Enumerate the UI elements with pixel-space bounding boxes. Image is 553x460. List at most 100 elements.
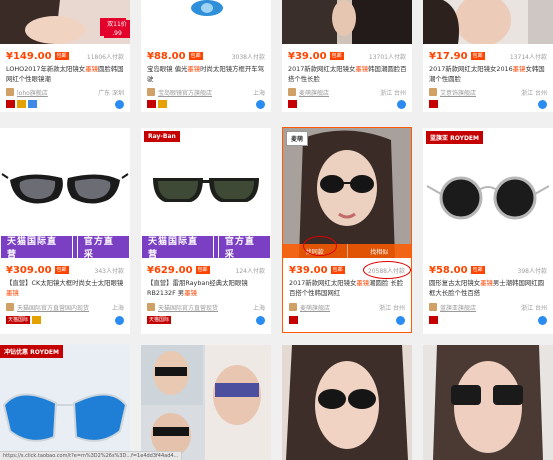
product-photo: [423, 345, 553, 460]
shop-link[interactable]: loho旗舰店: [17, 88, 48, 97]
shop-link[interactable]: 宝岛眼镜官方旗舰店: [158, 88, 212, 97]
tmall-global-icon: 天猫国际: [6, 316, 31, 324]
shop-icon: [6, 88, 14, 96]
product-image[interactable]: Ray-Ban 天猫国际直营 官方直采: [141, 128, 271, 258]
product-image[interactable]: [423, 345, 553, 460]
wangwang-chat-icon[interactable]: [115, 99, 124, 109]
location: 浙江 台州: [380, 89, 406, 97]
paid-count: 13701人付款: [368, 53, 406, 61]
product-card[interactable]: [423, 345, 553, 460]
product-card[interactable]: 蓝旗亚 ROYDEM ¥58.00 包邮 398人付款 圆形复古太阳镜女墨镜男士…: [423, 128, 553, 334]
annotation-circle: [303, 236, 337, 256]
free-shipping-badge: 包邮: [188, 52, 203, 60]
tmall-icon: [147, 100, 156, 108]
insurance-icon: [28, 100, 37, 108]
product-image[interactable]: 双11价 .99: [0, 0, 130, 44]
location: 浙江 台州: [521, 89, 547, 97]
product-card[interactable]: [141, 345, 271, 460]
product-photo: [0, 345, 130, 460]
product-title[interactable]: 圆形复古太阳镜女墨镜男士潮韩国网红圆框大长脸个性百搭: [429, 278, 549, 298]
free-shipping-badge: 包邮: [54, 266, 69, 274]
product-image[interactable]: [141, 345, 271, 460]
paid-count: 13714人付款: [509, 53, 547, 61]
product-title[interactable]: LOHO2017年新款太阳镜女墨镜圆脸韩国网红个性眼镜潮: [6, 64, 126, 84]
product-image[interactable]: [141, 0, 271, 44]
product-card[interactable]: ¥88.00 包邮 3038人付款 宝岛眼镜 偏光墨镜时尚太阳镜方框开车驾驶 宝…: [141, 0, 271, 112]
product-image[interactable]: 麦萌 找同款 找相似: [283, 128, 411, 258]
product-image[interactable]: 冲钻优惠 ROYDEM: [0, 345, 130, 460]
shop-link[interactable]: 麦萌旗舰店: [299, 88, 329, 97]
status-bar-url: https://s.click.taobao.com/t?e=m%3D2%26s…: [0, 451, 183, 460]
price: ¥58.00: [429, 264, 468, 276]
product-image[interactable]: [423, 0, 553, 44]
wangwang-chat-icon[interactable]: [396, 315, 405, 325]
product-card[interactable]: ¥39.00 包邮 13701人付款 2017新款网红太阳镜女墨镜韩国潮圆脸百搭…: [282, 0, 412, 112]
shop-icon: [289, 303, 297, 311]
free-shipping-badge: 包邮: [54, 52, 69, 60]
shop-icon: [6, 303, 14, 311]
product-title[interactable]: 【直营】雷朋Rayban经典太阳眼镜RB2132F 男墨镜: [147, 278, 267, 298]
paid-count: 11806人付款: [86, 53, 124, 61]
free-shipping-badge: 包邮: [470, 52, 485, 60]
product-title[interactable]: 宝岛眼镜 偏光墨镜时尚太阳镜方框开车驾驶: [147, 64, 267, 84]
wangwang-chat-icon[interactable]: [256, 315, 265, 325]
product-title[interactable]: 2017新款网红太阳镜女墨镜潮圆脸 长脸百搭个性韩国网红: [289, 278, 407, 298]
gold-seller-icon: [158, 100, 167, 108]
product-image[interactable]: 蓝旗亚 ROYDEM: [423, 128, 553, 258]
product-image[interactable]: [282, 0, 412, 44]
location: 上海: [252, 89, 265, 97]
product-card-highlighted[interactable]: 麦萌 找同款 找相似 ¥39.00 包邮 20588人付款 2017新款网红太阳…: [282, 127, 412, 333]
free-shipping-badge: 包邮: [330, 266, 345, 274]
product-image[interactable]: 天猫国际直营 官方直采: [0, 128, 130, 258]
wangwang-chat-icon[interactable]: [538, 315, 547, 325]
price: ¥629.00: [147, 264, 193, 276]
shop-icon: [147, 303, 155, 311]
paid-count: 124人付款: [235, 267, 265, 275]
brand-logo: 蓝旗亚 ROYDEM: [426, 131, 483, 144]
shop-icon: [288, 88, 296, 96]
find-similar-button[interactable]: 找相似: [347, 244, 411, 258]
brand-logo: Ray-Ban: [144, 131, 180, 142]
shop-link[interactable]: 蓝旗亚旗舰店: [440, 303, 476, 312]
product-photo: [141, 345, 271, 460]
free-shipping-badge: 包邮: [470, 266, 485, 274]
location: 广东 深圳: [98, 89, 124, 97]
product-photo: [283, 128, 411, 258]
product-card[interactable]: [282, 345, 412, 460]
price: ¥39.00: [288, 50, 327, 62]
price: ¥309.00: [6, 264, 52, 276]
product-card[interactable]: 双11价 .99 ¥149.00 包邮 11806人付款 LOHO2017年新款…: [0, 0, 130, 112]
promo-tag: 双11价 .99: [104, 20, 130, 38]
product-title[interactable]: 2017新款网红太阳镜女2016墨镜女韩国潮个性圆脸: [429, 64, 549, 84]
shop-link[interactable]: 艾意饰旗舰店: [440, 88, 476, 97]
product-card[interactable]: Ray-Ban 天猫国际直营 官方直采 ¥629.00 包邮 124人付款 【直…: [141, 128, 271, 334]
wangwang-chat-icon[interactable]: [256, 99, 265, 109]
product-image[interactable]: [282, 345, 412, 460]
brand-logo: 麦萌: [286, 131, 309, 146]
paid-count: 343人付款: [94, 267, 124, 275]
annotation-circle: [363, 261, 411, 279]
tmall-icon: [429, 316, 438, 324]
location: 上海: [252, 304, 265, 312]
paid-count: 3038人付款: [231, 53, 265, 61]
product-title[interactable]: 【直营】CK太阳镜大框时尚女士太阳眼镜墨镜: [6, 278, 126, 298]
tmall-global-icon: 天猫国际: [147, 316, 172, 324]
shop-link[interactable]: 天猫国际官方直营现货: [158, 303, 218, 312]
product-photo: [141, 0, 271, 44]
wangwang-chat-icon[interactable]: [397, 99, 406, 109]
price: ¥88.00: [147, 50, 186, 62]
product-card[interactable]: ¥17.90 包邮 13714人付款 2017新款网红太阳镜女2016墨镜女韩国…: [423, 0, 553, 112]
product-card[interactable]: 冲钻优惠 ROYDEM: [0, 345, 130, 460]
paid-count: 398人付款: [517, 267, 547, 275]
product-photo: [141, 128, 271, 236]
shop-link[interactable]: 麦萌旗舰店: [300, 303, 330, 312]
price: ¥149.00: [6, 50, 52, 62]
product-photo: [423, 128, 553, 258]
wangwang-chat-icon[interactable]: [538, 99, 547, 109]
wangwang-chat-icon[interactable]: [115, 315, 124, 325]
product-card[interactable]: 天猫国际直营 官方直采 ¥309.00 包邮 343人付款 【直营】CK太阳镜大…: [0, 128, 130, 334]
product-grid: 双11价 .99 ¥149.00 包邮 11806人付款 LOHO2017年新款…: [0, 0, 553, 460]
shop-icon: [429, 303, 437, 311]
product-title[interactable]: 2017新款网红太阳镜女墨镜韩国潮圆脸百搭个性长脸: [288, 64, 408, 84]
shop-link[interactable]: 天猫国际官方直营国内现货: [17, 303, 89, 312]
